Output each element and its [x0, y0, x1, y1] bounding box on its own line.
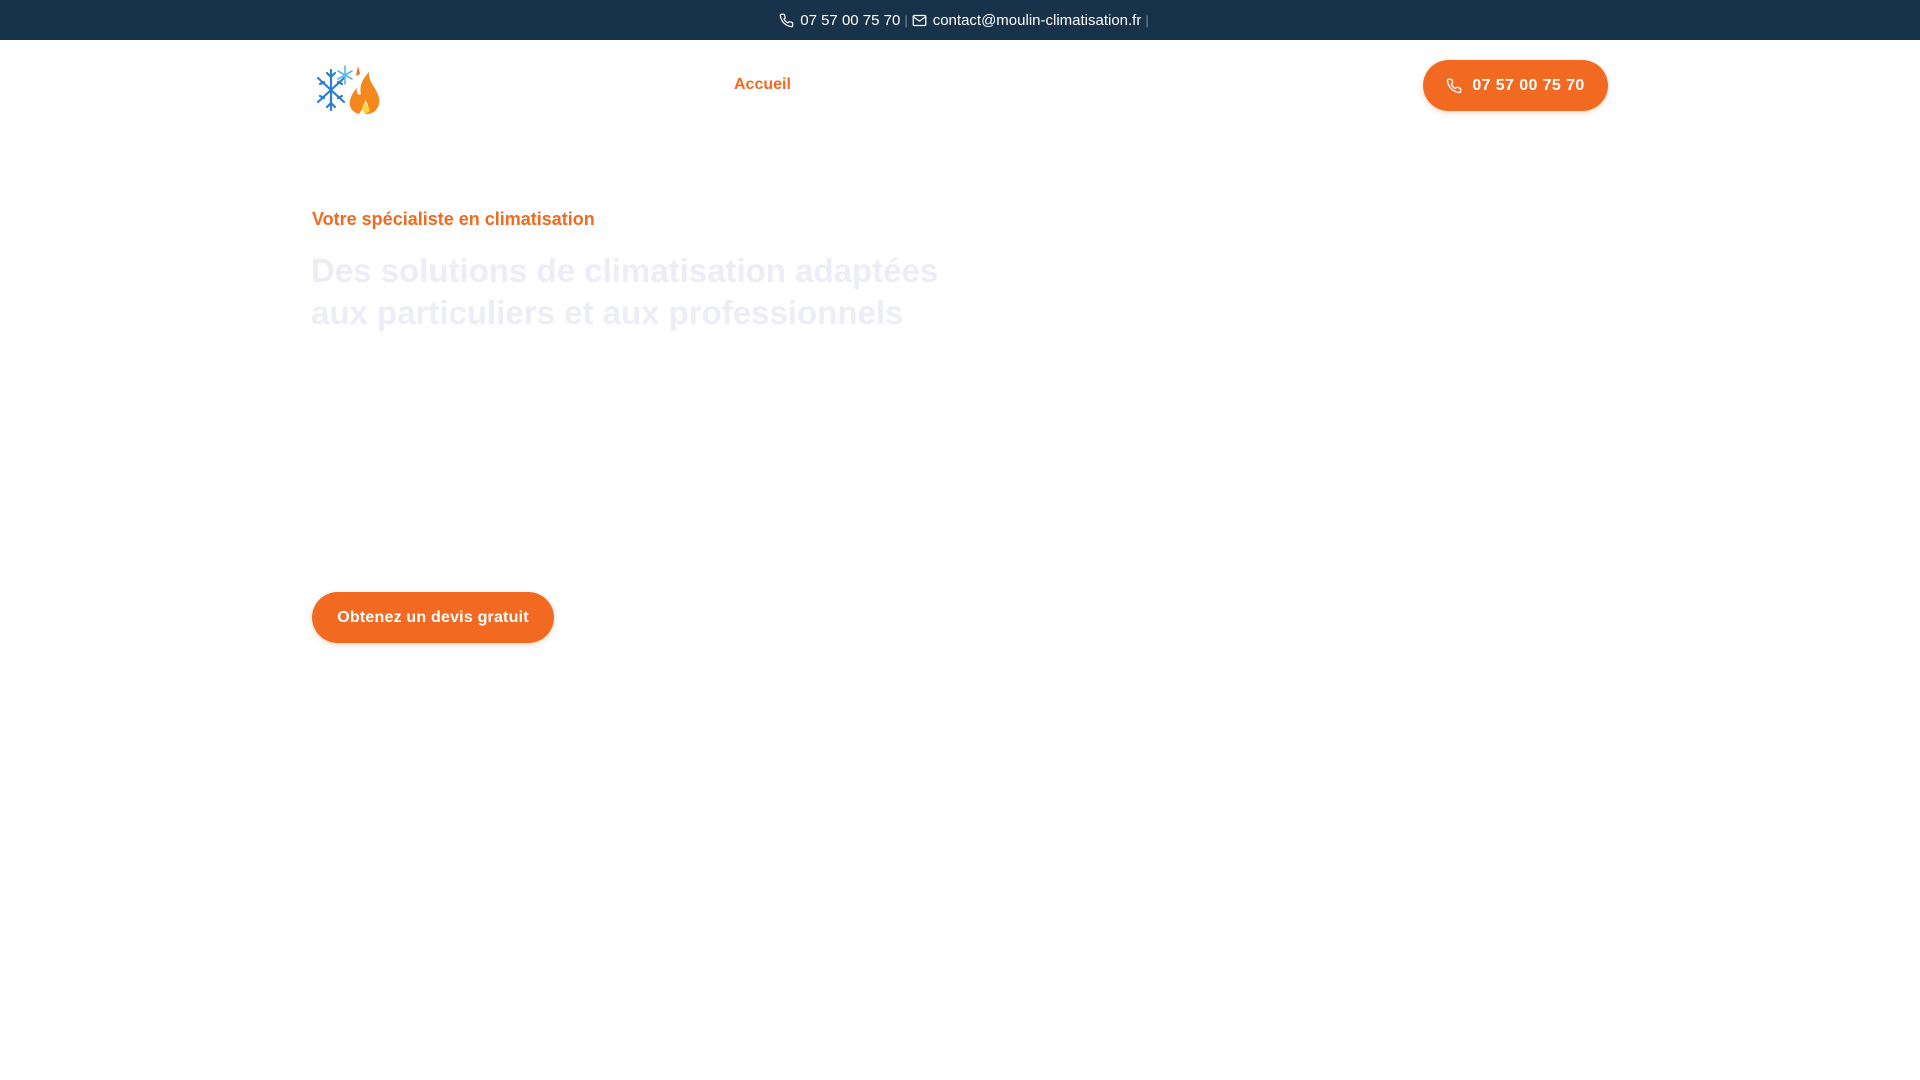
- topbar-email-link[interactable]: contact@moulin-climatisation.fr: [912, 11, 1142, 29]
- hero-title: Des solutions de climatisation adaptées …: [311, 252, 939, 331]
- site-header: Accueil 07 57 00 75 70: [311, 40, 1608, 130]
- topbar-phone-text: 07 57 00 75 70: [800, 11, 901, 29]
- snowflake-flame-logo-icon: [316, 65, 380, 115]
- topbar-email-text: contact@moulin-climatisation.fr: [932, 11, 1142, 29]
- top-contact-bar-content: 07 57 00 75 70 | contact@moulin-climatis…: [779, 12, 1153, 29]
- site-logo[interactable]: [315, 60, 387, 116]
- main-nav: Accueil: [734, 76, 791, 94]
- nav-item-accueil[interactable]: Accueil: [734, 76, 791, 93]
- top-contact-bar: 07 57 00 75 70 | contact@moulin-climatis…: [0, 0, 1920, 40]
- topbar-phone-link[interactable]: 07 57 00 75 70: [779, 12, 900, 29]
- hero-eyebrow: Votre spécialiste en climatisation: [312, 209, 595, 229]
- free-quote-button[interactable]: Obtenez un devis gratuit: [312, 592, 554, 643]
- phone-icon: [1447, 78, 1462, 93]
- header-call-button-label: 07 57 00 75 70: [1472, 76, 1585, 94]
- topbar-separator-end: |: [1145, 12, 1149, 28]
- phone-icon: [779, 13, 794, 27]
- mail-icon: [912, 14, 927, 26]
- header-call-button[interactable]: 07 57 00 75 70: [1423, 60, 1608, 111]
- topbar-separator: |: [904, 12, 908, 28]
